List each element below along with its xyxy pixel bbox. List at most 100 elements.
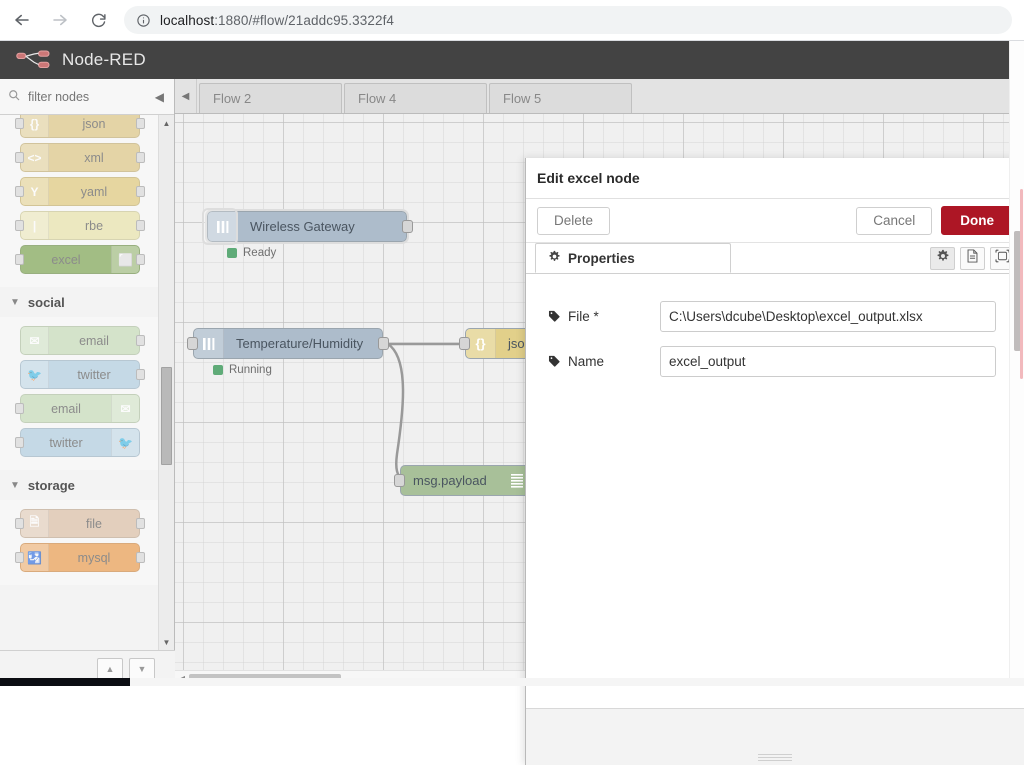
node-output-port[interactable]	[136, 518, 145, 529]
palette-node-excel[interactable]: excel⬜	[20, 245, 140, 274]
node-description-button[interactable]	[960, 247, 985, 270]
node-output-port[interactable]	[136, 220, 145, 231]
search-input[interactable]	[26, 89, 146, 105]
flow-tab-flow-5[interactable]: Flow 5	[489, 83, 632, 113]
double-chevron-down-icon: ▼	[138, 664, 147, 674]
palette-node-email[interactable]: ✉email	[20, 326, 140, 355]
node-output-port[interactable]	[136, 369, 145, 380]
palette-scroll-up-button[interactable]: ▲	[159, 115, 174, 131]
back-button[interactable]	[6, 4, 38, 36]
flow-tab-label: Flow 2	[213, 91, 251, 106]
temperature-humidity-node[interactable]: Temperature/Humidity	[193, 328, 383, 359]
node-input-port[interactable]	[15, 552, 24, 563]
palette-scrollbar[interactable]: ▲ ▼	[158, 115, 174, 650]
twitter-bird-icon: 🐦	[111, 429, 139, 456]
page-scrollbar-marker	[1020, 189, 1023, 379]
palette-groups: {}json<>xmlYyaml|rbeexcel⬜▼social✉email🐦…	[0, 115, 158, 585]
edit-dialog-footer	[526, 708, 1024, 765]
palette-node-file[interactable]: 🗎file	[20, 509, 140, 538]
tab-properties-label: Properties	[568, 251, 635, 266]
palette-scroll-down-button[interactable]: ▼	[159, 634, 174, 650]
status-dot-icon	[227, 248, 237, 258]
file-icon: 🗎	[21, 510, 49, 537]
node-output-port[interactable]	[136, 254, 145, 265]
node-settings-button[interactable]	[930, 247, 955, 270]
node-input-port[interactable]	[15, 186, 24, 197]
node-status-ready: Ready	[227, 247, 276, 259]
palette-node-email[interactable]: email✉	[20, 394, 140, 423]
name-field-label-text: Name	[568, 354, 604, 369]
address-bar[interactable]: localhost:1880/#flow/21addc95.3322f4	[124, 6, 1012, 34]
node-output-port[interactable]	[136, 186, 145, 197]
palette-node-label: rbe	[49, 219, 139, 233]
file-field-label-text: File *	[568, 309, 599, 324]
palette-group-label: social	[28, 295, 65, 310]
done-button[interactable]: Done	[941, 206, 1013, 235]
node-selection-handle[interactable]	[202, 208, 238, 245]
delete-button[interactable]: Delete	[537, 207, 610, 235]
palette-scrollbar-thumb[interactable]	[161, 367, 172, 465]
name-field-input[interactable]	[660, 346, 996, 377]
collapse-all-button[interactable]: ▲	[97, 658, 123, 680]
debug-node[interactable]: msg.payload	[400, 465, 530, 496]
palette-node-xml[interactable]: <>xml	[20, 143, 140, 172]
flow-tab-bar: ◀ Flow 2 Flow 4Flow 5	[175, 79, 1024, 114]
double-chevron-up-icon: ▲	[106, 664, 115, 674]
node-output-port[interactable]	[136, 118, 145, 129]
flow-tab-flow-2[interactable]: Flow 2	[199, 83, 342, 113]
node-output-port[interactable]	[136, 152, 145, 163]
file-field-input[interactable]	[660, 301, 996, 332]
flow-node-label: msg.payload	[401, 473, 499, 488]
reload-button[interactable]	[82, 4, 114, 36]
node-output-port[interactable]	[136, 552, 145, 563]
palette-node-mysql[interactable]: 🛂mysql	[20, 543, 140, 572]
node-input-port[interactable]	[15, 254, 24, 265]
palette-node-twitter[interactable]: 🐦twitter	[20, 360, 140, 389]
chevron-down-icon: ▼	[10, 480, 20, 491]
node-output-port[interactable]	[402, 220, 413, 233]
node-output-port[interactable]	[136, 335, 145, 346]
expand-all-button[interactable]: ▼	[129, 658, 155, 680]
document-icon	[966, 249, 979, 268]
node-input-port[interactable]	[15, 518, 24, 529]
arrow-left-icon	[13, 11, 31, 29]
palette-node-twitter[interactable]: twitter🐦	[20, 428, 140, 457]
forward-button[interactable]	[44, 4, 76, 36]
palette-group-social[interactable]: ▼social	[0, 287, 158, 317]
node-input-port[interactable]	[15, 152, 24, 163]
node-input-port[interactable]	[15, 220, 24, 231]
tab-properties[interactable]: Properties	[535, 243, 731, 273]
palette-node-label: twitter	[21, 436, 111, 450]
palette-node-label: file	[49, 517, 139, 531]
node-input-port[interactable]	[187, 337, 198, 350]
database-icon: 🛂	[21, 544, 49, 571]
palette-search-bar[interactable]: ◀	[0, 79, 174, 115]
palette-node-label: yaml	[49, 185, 139, 199]
flow-tab-flow-4[interactable]: Flow 4	[344, 83, 487, 113]
app-header: Node-RED	[0, 41, 1024, 79]
tab-scroll-left-button[interactable]: ◀	[175, 79, 197, 113]
node-input-port[interactable]	[15, 118, 24, 129]
palette-node-label: xml	[49, 151, 139, 165]
palette-node-label: email	[21, 402, 111, 416]
page-scrollbar[interactable]	[1009, 41, 1024, 686]
node-input-port[interactable]	[15, 437, 24, 448]
reload-icon	[90, 12, 107, 29]
node-output-port[interactable]	[378, 337, 389, 350]
node-status-running: Running	[213, 364, 272, 376]
app-title: Node-RED	[62, 50, 146, 70]
node-input-port[interactable]	[459, 337, 470, 350]
palette-node-yaml[interactable]: Yyaml	[20, 177, 140, 206]
resize-grip[interactable]	[758, 754, 792, 761]
edit-dialog-buttons: Delete Cancel Done	[526, 199, 1024, 243]
node-input-port[interactable]	[15, 403, 24, 414]
info-circle-icon[interactable]	[136, 13, 151, 28]
collapse-left-icon[interactable]: ◀	[155, 90, 164, 104]
node-red-logo-icon	[16, 49, 52, 71]
node-input-port[interactable]	[394, 474, 405, 487]
palette-group-storage[interactable]: ▼storage	[0, 470, 158, 500]
palette-node-json[interactable]: {}json	[20, 115, 140, 138]
wireless-gateway-node[interactable]: Wireless Gateway	[207, 211, 407, 242]
cancel-button[interactable]: Cancel	[856, 207, 932, 235]
palette-node-rbe[interactable]: |rbe	[20, 211, 140, 240]
